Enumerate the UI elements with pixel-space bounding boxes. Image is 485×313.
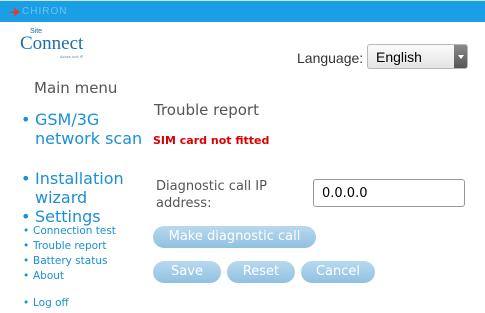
menu-item-about[interactable]: • About xyxy=(23,270,148,282)
bullet-icon: • xyxy=(21,169,31,188)
bullet-icon: • xyxy=(21,207,31,226)
dropdown-arrow-icon xyxy=(454,45,467,68)
reset-button[interactable]: Reset xyxy=(227,261,295,283)
bullet-icon: • xyxy=(23,225,30,237)
menu-item-gsm-scan[interactable]: • GSM/3G network scan xyxy=(21,110,151,167)
language-value: English xyxy=(376,49,422,65)
bullet-icon: • xyxy=(23,240,30,252)
chiron-brand-text: CHIRON xyxy=(22,6,68,17)
bullet-icon: • xyxy=(23,297,30,309)
diagnostic-ip-input[interactable] xyxy=(313,179,465,207)
make-diagnostic-call-button[interactable]: Make diagnostic call xyxy=(153,226,316,248)
page-title: Trouble report xyxy=(154,101,259,119)
diagnostic-ip-label: Diagnostic call IP address: xyxy=(156,179,267,211)
menu-item-settings[interactable]: • Settings xyxy=(21,207,151,226)
main-menu-title: Main menu xyxy=(34,79,118,97)
menu-item-connection-test[interactable]: • Connection test xyxy=(23,225,148,237)
chiron-logo: CHIRON xyxy=(8,5,68,19)
language-select[interactable]: English xyxy=(367,44,468,69)
save-button[interactable]: Save xyxy=(153,261,221,283)
site-connect-logo: Site Connect Acces unit IP xyxy=(20,28,84,59)
menu-item-battery-status[interactable]: • Battery status xyxy=(23,255,148,267)
top-bar: CHIRON xyxy=(0,0,485,22)
chiron-arrow-icon xyxy=(8,7,20,17)
menu-item-log-off[interactable]: • Log off xyxy=(23,297,148,309)
menu-item-installation-wizard[interactable]: • Installation wizard xyxy=(21,169,151,207)
bullet-icon: • xyxy=(23,255,30,267)
error-message: SIM card not fitted xyxy=(153,134,270,147)
cancel-button[interactable]: Cancel xyxy=(301,261,375,283)
language-label: Language: xyxy=(297,50,364,66)
menu-item-trouble-report[interactable]: • Trouble report xyxy=(23,240,148,252)
bullet-icon: • xyxy=(23,270,30,282)
bullet-icon: • xyxy=(21,110,31,129)
